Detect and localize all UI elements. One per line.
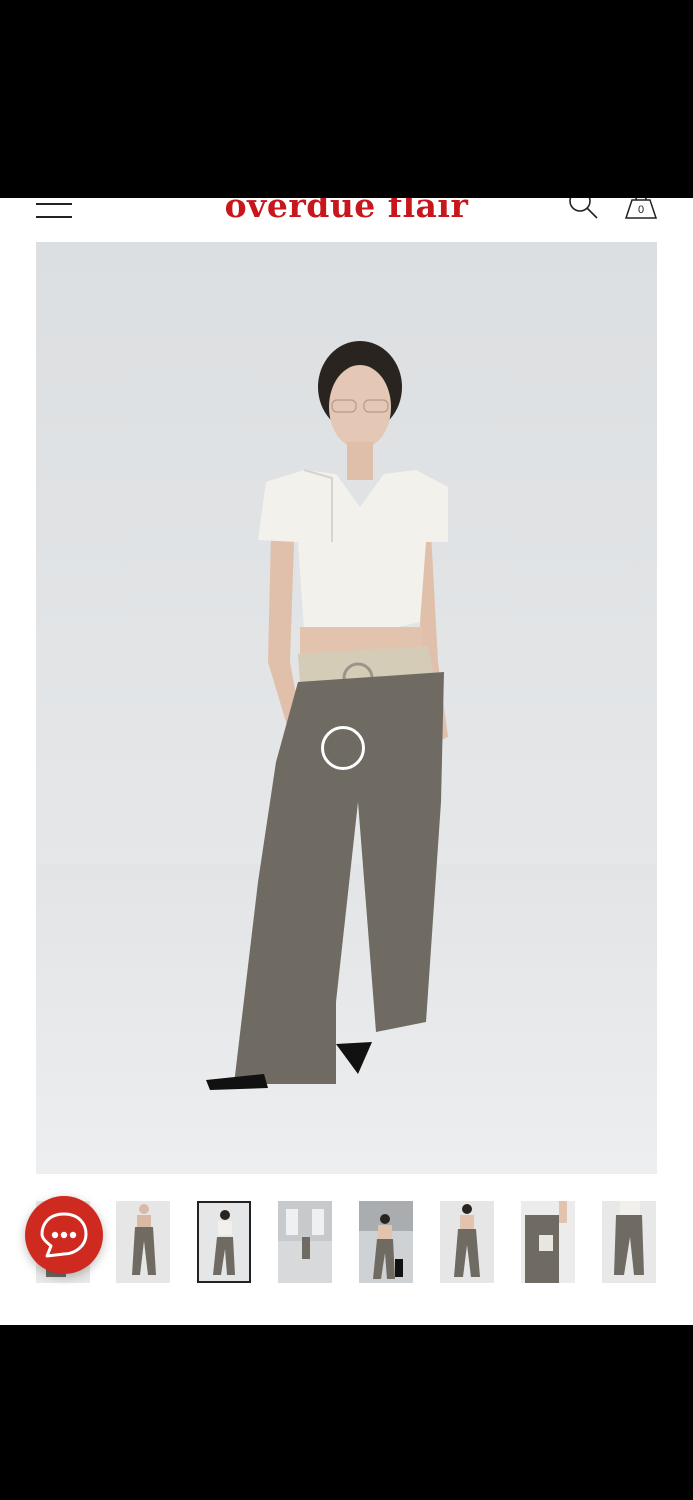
chat-bubble-icon xyxy=(40,1212,88,1258)
zoom-indicator[interactable] xyxy=(321,726,365,770)
thumbnail-strip xyxy=(0,1201,693,1285)
model-photo xyxy=(206,341,448,1090)
thumbnail-8[interactable] xyxy=(602,1201,656,1283)
thumbnail-4[interactable] xyxy=(278,1201,332,1283)
chat-button[interactable] xyxy=(25,1196,103,1274)
status-bar-area xyxy=(0,0,693,198)
product-main-image[interactable] xyxy=(36,242,657,1174)
thumbnail-2[interactable] xyxy=(116,1201,170,1283)
search-button[interactable] xyxy=(566,198,602,224)
product-page: overdue flair 0 xyxy=(0,198,693,1325)
search-icon xyxy=(569,198,598,219)
thumbnail-5[interactable] xyxy=(359,1201,413,1283)
thumbnail-6[interactable] xyxy=(440,1201,494,1283)
thumbnail-7[interactable] xyxy=(521,1201,575,1283)
cart-count-badge: 0 xyxy=(637,204,645,216)
site-header: overdue flair 0 xyxy=(0,198,693,238)
navigation-bar-area xyxy=(0,1325,693,1500)
cart-button[interactable]: 0 xyxy=(622,198,660,224)
thumbnail-3[interactable] xyxy=(197,1201,251,1283)
